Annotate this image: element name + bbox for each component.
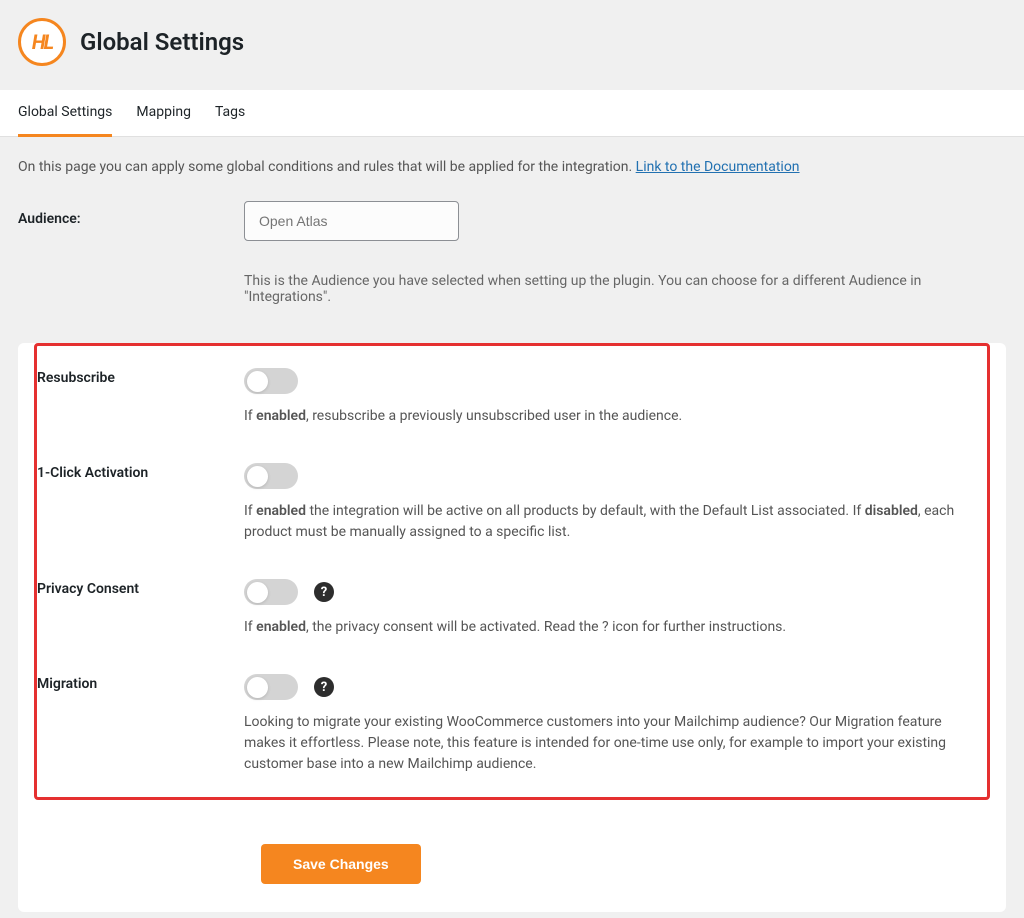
tab-mapping[interactable]: Mapping <box>136 90 191 136</box>
one-click-activation-label: 1-Click Activation <box>37 463 244 543</box>
audience-select[interactable] <box>244 201 459 241</box>
audience-help-text: This is the Audience you have selected w… <box>0 251 1024 327</box>
one-click-activation-description: If enabled the integration will be activ… <box>244 501 969 543</box>
audience-row: Audience: <box>0 191 1024 251</box>
save-row: Save Changes <box>18 816 1006 912</box>
page-header: HL Global Settings <box>0 0 1024 90</box>
audience-label: Audience: <box>18 201 244 241</box>
resubscribe-description: If enabled, resubscribe a previously uns… <box>244 406 969 427</box>
migration-row: Migration ? Looking to migrate your exis… <box>37 656 987 797</box>
privacy-consent-row: Privacy Consent ? If enabled, the privac… <box>37 561 987 656</box>
highlighted-settings-box: Resubscribe If enabled, resubscribe a pr… <box>34 343 990 800</box>
one-click-activation-toggle[interactable] <box>244 463 298 489</box>
privacy-consent-toggle[interactable] <box>244 579 298 605</box>
brand-logo: HL <box>18 18 66 66</box>
privacy-consent-help-icon[interactable]: ? <box>314 582 334 602</box>
page-title: Global Settings <box>80 28 244 56</box>
privacy-consent-description: If enabled, the privacy consent will be … <box>244 617 969 638</box>
tab-global-settings[interactable]: Global Settings <box>18 90 112 137</box>
settings-panel: Resubscribe If enabled, resubscribe a pr… <box>18 343 1006 912</box>
one-click-activation-row: 1-Click Activation If enabled the integr… <box>37 445 987 561</box>
tabs-nav: Global Settings Mapping Tags <box>0 90 1024 137</box>
migration-label: Migration <box>37 674 244 775</box>
migration-help-icon[interactable]: ? <box>314 677 334 697</box>
resubscribe-toggle[interactable] <box>244 368 298 394</box>
documentation-link[interactable]: Link to the Documentation <box>636 159 800 175</box>
migration-toggle[interactable] <box>244 674 298 700</box>
privacy-consent-label: Privacy Consent <box>37 579 244 638</box>
migration-description: Looking to migrate your existing WooComm… <box>244 712 969 775</box>
tab-tags[interactable]: Tags <box>215 90 245 136</box>
intro-description: On this page you can apply some global c… <box>18 159 636 175</box>
resubscribe-label: Resubscribe <box>37 368 244 427</box>
intro-text: On this page you can apply some global c… <box>0 137 1024 191</box>
resubscribe-row: Resubscribe If enabled, resubscribe a pr… <box>37 346 987 445</box>
save-changes-button[interactable]: Save Changes <box>261 844 421 884</box>
